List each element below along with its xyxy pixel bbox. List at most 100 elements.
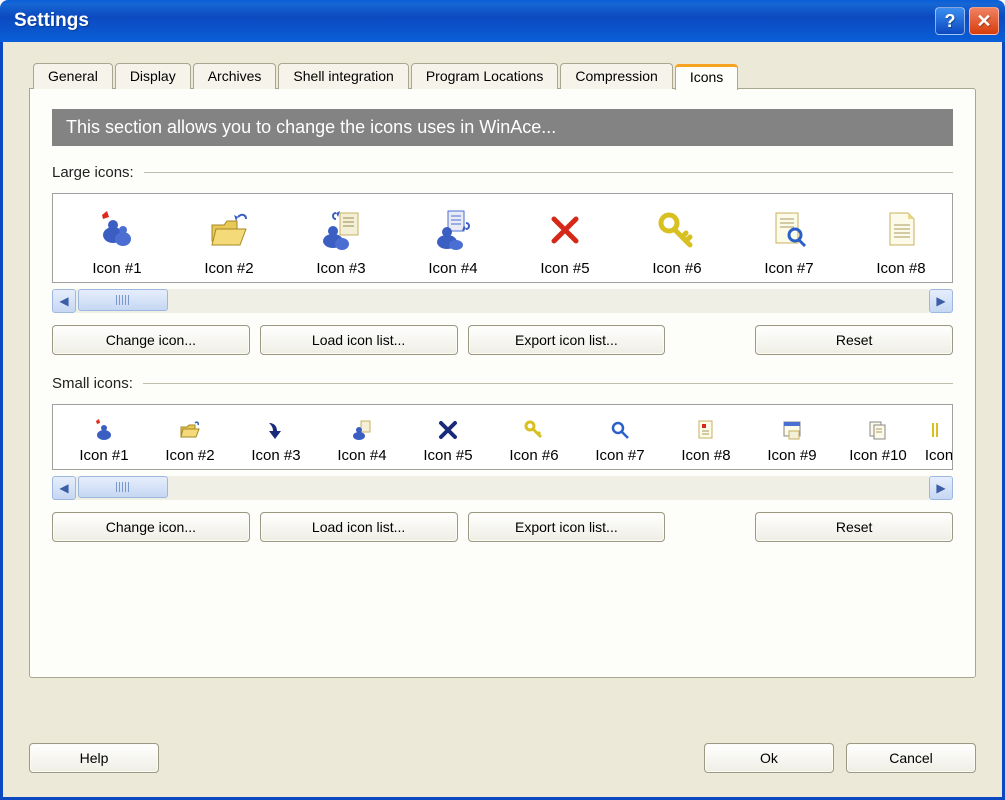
small-icon-item[interactable]: Icon #10: [835, 417, 921, 464]
icon-label: Icon #1: [92, 260, 141, 277]
large-icons-scrollbar[interactable]: ◀ ▶: [52, 289, 953, 313]
close-icon[interactable]: ✕: [969, 7, 999, 35]
large-icon-item[interactable]: Icon #8: [845, 206, 953, 277]
tabpanel-icons: This section allows you to change the ic…: [29, 88, 976, 678]
small-icon-item-partial[interactable]: Icon: [921, 417, 953, 464]
small-icon-item[interactable]: Icon #3: [233, 417, 319, 464]
export-icon-list-button[interactable]: Export icon list...: [468, 512, 666, 542]
docs-icon: [865, 417, 891, 443]
small-icon-item[interactable]: Icon #4: [319, 417, 405, 464]
tab-compression[interactable]: Compression: [560, 63, 672, 89]
people-star-icon: [93, 206, 141, 254]
small-icon-item[interactable]: Icon #9: [749, 417, 835, 464]
tabstrip: General Display Archives Shell integrati…: [33, 62, 976, 88]
large-icons-list[interactable]: Icon #1 Icon #2 Icon #3: [52, 193, 953, 283]
icon-label: Icon #4: [337, 447, 386, 464]
small-icons-label: Small icons:: [52, 375, 133, 392]
icon-label: Icon #3: [316, 260, 365, 277]
doc-red-icon: [693, 417, 719, 443]
icon-label: Icon #6: [652, 260, 701, 277]
scroll-left-icon[interactable]: ◀: [52, 476, 76, 500]
people-star-icon: [91, 417, 117, 443]
small-icons-list[interactable]: Icon #1 Icon #2 Icon #3 Icon #4 Icon #5: [52, 404, 953, 470]
scroll-track[interactable]: [76, 476, 929, 500]
scroll-right-icon[interactable]: ▶: [929, 476, 953, 500]
tab-general[interactable]: General: [33, 63, 113, 89]
change-icon-button[interactable]: Change icon...: [52, 325, 250, 355]
arrow-down-icon: [263, 417, 289, 443]
reset-button[interactable]: Reset: [755, 512, 953, 542]
small-icons-scrollbar[interactable]: ◀ ▶: [52, 476, 953, 500]
doc-lines-icon: [877, 206, 925, 254]
blue-x-icon: [435, 417, 461, 443]
small-icons-buttons: Change icon... Load icon list... Export …: [52, 512, 953, 542]
tab-program-locations[interactable]: Program Locations: [411, 63, 559, 89]
window-title: Settings: [14, 10, 931, 32]
large-icons-label: Large icons:: [52, 164, 134, 181]
icon-label: Icon #4: [428, 260, 477, 277]
large-icon-item[interactable]: Icon #2: [173, 206, 285, 277]
app-window-icon: [779, 417, 805, 443]
dialog-buttons: Help Ok Cancel: [29, 743, 976, 773]
large-icons-header: Large icons:: [52, 164, 953, 181]
key-icon: [521, 417, 547, 443]
tab-archives[interactable]: Archives: [193, 63, 277, 89]
help-button[interactable]: Help: [29, 743, 159, 773]
icon-label: Icon #1: [79, 447, 128, 464]
icon-label: Icon #7: [595, 447, 644, 464]
divider: [143, 383, 953, 384]
people-list-icon: [429, 206, 477, 254]
section-description: This section allows you to change the ic…: [52, 109, 953, 146]
tab-icons[interactable]: Icons: [675, 64, 738, 90]
large-icon-item[interactable]: Icon #5: [509, 206, 621, 277]
large-icon-item[interactable]: Icon #6: [621, 206, 733, 277]
change-icon-button[interactable]: Change icon...: [52, 512, 250, 542]
folder-open-icon: [205, 206, 253, 254]
folder-open-icon: [177, 417, 203, 443]
large-icons-buttons: Change icon... Load icon list... Export …: [52, 325, 953, 355]
icon-label: Icon #6: [509, 447, 558, 464]
scroll-right-icon[interactable]: ▶: [929, 289, 953, 313]
large-icon-item[interactable]: Icon #7: [733, 206, 845, 277]
help-icon[interactable]: ?: [935, 7, 965, 35]
reset-button[interactable]: Reset: [755, 325, 953, 355]
small-icon-item[interactable]: Icon #5: [405, 417, 491, 464]
icon-label: Icon #5: [423, 447, 472, 464]
people-doc-icon: [349, 417, 375, 443]
small-icon-item[interactable]: Icon #2: [147, 417, 233, 464]
titlebar[interactable]: Settings ? ✕: [0, 0, 1005, 42]
client-area: General Display Archives Shell integrati…: [0, 42, 1005, 800]
load-icon-list-button[interactable]: Load icon list...: [260, 325, 458, 355]
scroll-thumb[interactable]: [78, 476, 168, 498]
scroll-thumb[interactable]: [78, 289, 168, 311]
icon-label: Icon #2: [204, 260, 253, 277]
magnify-icon: [607, 417, 633, 443]
small-icon-item[interactable]: Icon #7: [577, 417, 663, 464]
icon-label: Icon #7: [764, 260, 813, 277]
small-icon-item[interactable]: Icon #8: [663, 417, 749, 464]
small-icons-header: Small icons:: [52, 375, 953, 392]
settings-window: Settings ? ✕ General Display Archives Sh…: [0, 0, 1005, 800]
load-icon-list-button[interactable]: Load icon list...: [260, 512, 458, 542]
scroll-left-icon[interactable]: ◀: [52, 289, 76, 313]
large-icon-item[interactable]: Icon #4: [397, 206, 509, 277]
scroll-track[interactable]: [76, 289, 929, 313]
icon-label: Icon #2: [165, 447, 214, 464]
red-x-icon: [541, 206, 589, 254]
icon-label: Icon #10: [849, 447, 907, 464]
tab-shell-integration[interactable]: Shell integration: [278, 63, 408, 89]
export-icon-list-button[interactable]: Export icon list...: [468, 325, 666, 355]
ok-button[interactable]: Ok: [704, 743, 834, 773]
partial-icon: [926, 417, 952, 443]
large-icon-item[interactable]: Icon #1: [61, 206, 173, 277]
icon-label: Icon #9: [767, 447, 816, 464]
small-icon-item[interactable]: Icon #1: [61, 417, 147, 464]
small-icon-item[interactable]: Icon #6: [491, 417, 577, 464]
tab-display[interactable]: Display: [115, 63, 191, 89]
cancel-button[interactable]: Cancel: [846, 743, 976, 773]
icon-label: Icon: [925, 447, 953, 464]
divider: [144, 172, 953, 173]
icon-label: Icon #8: [681, 447, 730, 464]
doc-magnify-icon: [765, 206, 813, 254]
large-icon-item[interactable]: Icon #3: [285, 206, 397, 277]
